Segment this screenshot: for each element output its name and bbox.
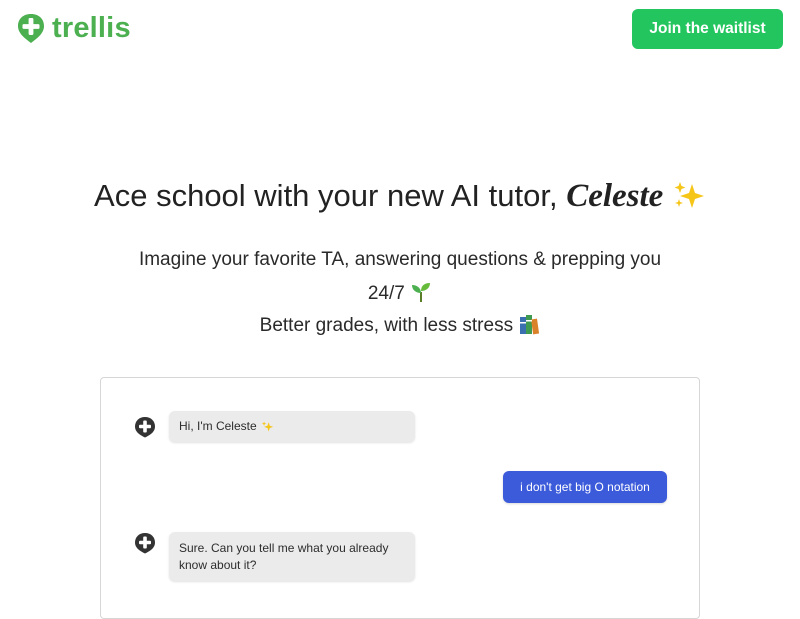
brand-name: trellis (52, 12, 131, 44)
sparkles-icon (674, 182, 704, 208)
message-text: Sure. Can you tell me what you already k… (179, 540, 389, 572)
site-header: trellis Join the waitlist (0, 0, 800, 60)
hero-subtitle-line-1: Imagine your favorite TA, answering ques… (138, 249, 662, 270)
hero-title: Ace school with your new AI tutor, Celes… (0, 178, 800, 215)
tutor-name: Celeste (566, 178, 664, 214)
bot-message: Sure. Can you tell me what you already k… (169, 532, 415, 581)
hero-subtitle-line-3: Better grades, with less stress (0, 313, 800, 337)
join-waitlist-button[interactable]: Join the waitlist (632, 9, 783, 49)
message-text: i don't get big O notation (520, 479, 650, 494)
celeste-avatar-icon (135, 533, 155, 554)
chat-preview: Hi, I'm Celeste i don't get big O notati… (100, 377, 700, 619)
message-text: Hi, I'm Celeste (179, 419, 257, 433)
hero-subtitle-line-2: 24/7 (0, 281, 800, 305)
books-icon (520, 315, 540, 335)
seedling-icon (412, 283, 431, 302)
celeste-avatar-icon (135, 417, 155, 438)
sparkles-icon (261, 421, 273, 432)
trellis-logo-icon (18, 14, 44, 43)
availability-text: 24/7 (367, 283, 405, 304)
user-message: i don't get big O notation (503, 471, 667, 503)
brand-logo[interactable]: trellis (16, 12, 131, 44)
hero-title-prefix: Ace school with your new AI tutor, (94, 178, 567, 213)
bot-message: Hi, I'm Celeste (169, 411, 415, 442)
benefit-text: Better grades, with less stress (259, 315, 514, 336)
